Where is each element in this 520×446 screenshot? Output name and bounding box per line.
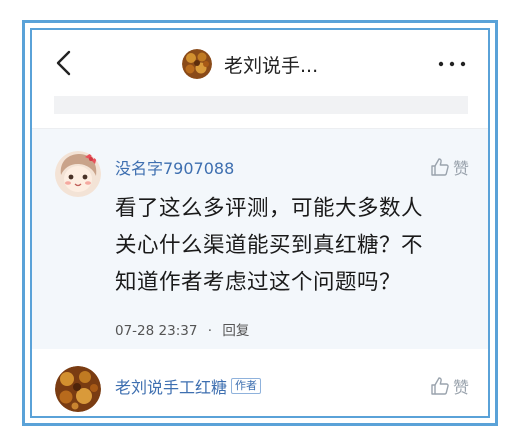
comment-author[interactable]: 老刘说手工红糖: [115, 374, 227, 398]
like-button[interactable]: 赞: [430, 374, 469, 398]
like-button[interactable]: 赞: [430, 155, 469, 179]
meta-separator: ·: [207, 323, 213, 339]
comment-author-group: 老刘说手工红糖 作者: [115, 374, 262, 398]
reply-button[interactable]: 回复: [222, 323, 249, 339]
page-title: 老刘说手...: [224, 54, 319, 77]
like-label: 赞: [453, 378, 470, 397]
header-title-group[interactable]: 老刘说手...: [182, 49, 318, 79]
chevron-left-icon: [56, 50, 71, 76]
avatar[interactable]: [55, 366, 101, 412]
author-avatar: [182, 49, 212, 79]
comment-body: 看了这么多评测，可能大多数人 关心什么渠道能买到真红糖？不 知道作者考虑过这个问…: [115, 190, 470, 301]
comment-time: 07-28 23:37: [115, 323, 198, 339]
avatar[interactable]: [55, 151, 101, 197]
more-button[interactable]: [436, 54, 468, 74]
comment-body-line: 看了这么多评测，可能大多数人: [115, 196, 424, 221]
thumbs-up-icon: [431, 377, 449, 395]
previous-content-strip: [54, 96, 468, 114]
comment-author[interactable]: 没名字7907088: [115, 155, 234, 179]
comment-meta: 07-28 23:37 · 回复: [115, 319, 249, 339]
app-screen: 老刘说手... 没名字7907088 赞 看了这么多评测，可能大多数人 关心什么…: [30, 28, 490, 418]
more-dots-icon: [438, 61, 466, 67]
like-label: 赞: [453, 159, 470, 178]
author-badge: 作者: [231, 378, 262, 394]
top-bar: 老刘说手...: [32, 30, 488, 96]
comment-body-line: 关心什么渠道能买到真红糖？不: [115, 233, 424, 258]
thumbs-up-icon: [431, 158, 449, 176]
back-button[interactable]: [54, 50, 76, 76]
comment-body-line: 知道作者考虑过这个问题吗？: [115, 270, 402, 295]
